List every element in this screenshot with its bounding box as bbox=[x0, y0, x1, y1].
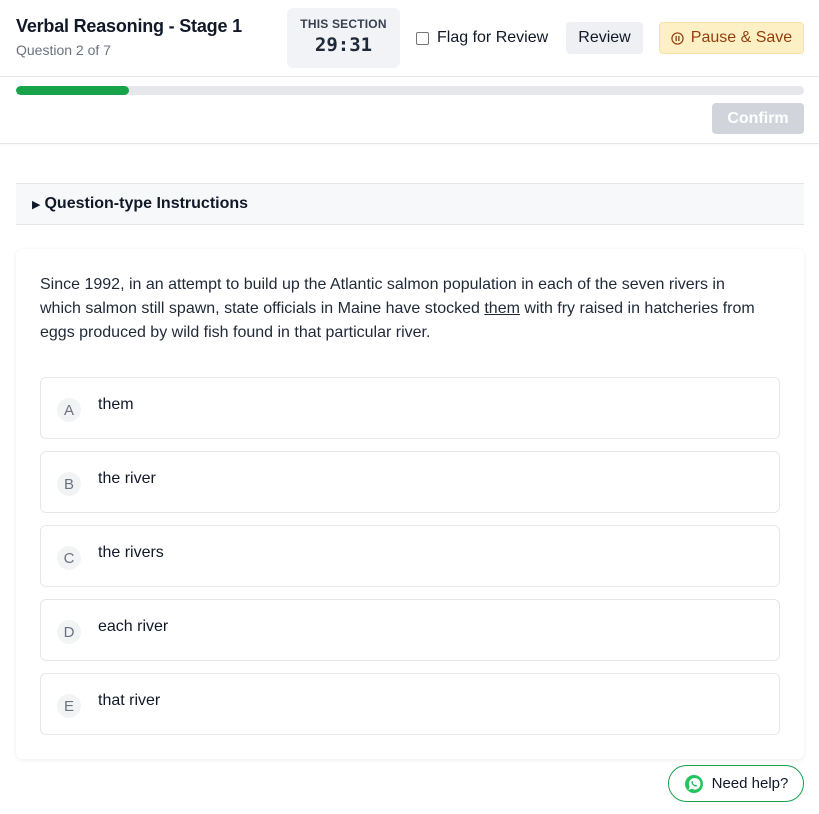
pause-save-label: Pause & Save bbox=[690, 29, 793, 46]
option-text: them bbox=[98, 396, 134, 413]
section-timer: THIS SECTION 29:31 bbox=[287, 8, 400, 68]
flag-label: Flag for Review bbox=[437, 29, 549, 46]
progress-bar bbox=[16, 86, 804, 95]
question-card: Since 1992, in an attempt to build up th… bbox=[16, 249, 804, 759]
question-counter: Question 2 of 7 bbox=[16, 42, 111, 58]
timer-value: 29:31 bbox=[314, 34, 373, 56]
answer-option-e[interactable]: E that river bbox=[40, 673, 780, 735]
stem-underlined-word: them bbox=[484, 300, 520, 317]
option-text: the river bbox=[98, 470, 156, 487]
flag-checkbox[interactable] bbox=[416, 31, 429, 45]
answer-option-b[interactable]: B the river bbox=[40, 451, 780, 513]
pause-save-button[interactable]: Pause & Save bbox=[659, 22, 804, 54]
option-text: that river bbox=[98, 692, 161, 709]
answer-option-c[interactable]: C the rivers bbox=[40, 525, 780, 587]
confirm-button[interactable]: Confirm bbox=[712, 103, 804, 134]
expand-triangle-icon: ▶ bbox=[32, 198, 41, 211]
whatsapp-icon bbox=[684, 774, 703, 793]
option-letter: B bbox=[57, 472, 81, 496]
answer-option-a[interactable]: A them bbox=[40, 377, 780, 439]
question-stem: Since 1992, in an attempt to build up th… bbox=[40, 273, 770, 345]
option-text: the rivers bbox=[98, 544, 164, 561]
question-type-instructions-toggle[interactable]: ▶ Question-type Instructions bbox=[16, 183, 804, 225]
option-text: each river bbox=[98, 618, 169, 635]
option-letter: E bbox=[57, 694, 81, 718]
need-help-button[interactable]: Need help? bbox=[668, 765, 804, 802]
pause-icon bbox=[671, 31, 684, 45]
timer-label: THIS SECTION bbox=[300, 17, 387, 31]
flag-for-review-toggle[interactable]: Flag for Review bbox=[416, 29, 548, 47]
review-button[interactable]: Review bbox=[566, 22, 643, 54]
section-title: Verbal Reasoning - Stage 1 bbox=[16, 16, 242, 36]
instructions-label: Question-type Instructions bbox=[44, 195, 249, 212]
option-letter: C bbox=[57, 546, 81, 570]
option-letter: A bbox=[57, 398, 81, 422]
title-block: Verbal Reasoning - Stage 1 Question 2 of… bbox=[16, 16, 242, 58]
need-help-label: Need help? bbox=[711, 775, 789, 792]
progress-fill bbox=[16, 86, 129, 95]
option-letter: D bbox=[57, 620, 81, 644]
header-divider bbox=[0, 76, 819, 77]
top-bar: Verbal Reasoning - Stage 1 Question 2 of… bbox=[0, 0, 819, 144]
answer-option-d[interactable]: D each river bbox=[40, 599, 780, 661]
